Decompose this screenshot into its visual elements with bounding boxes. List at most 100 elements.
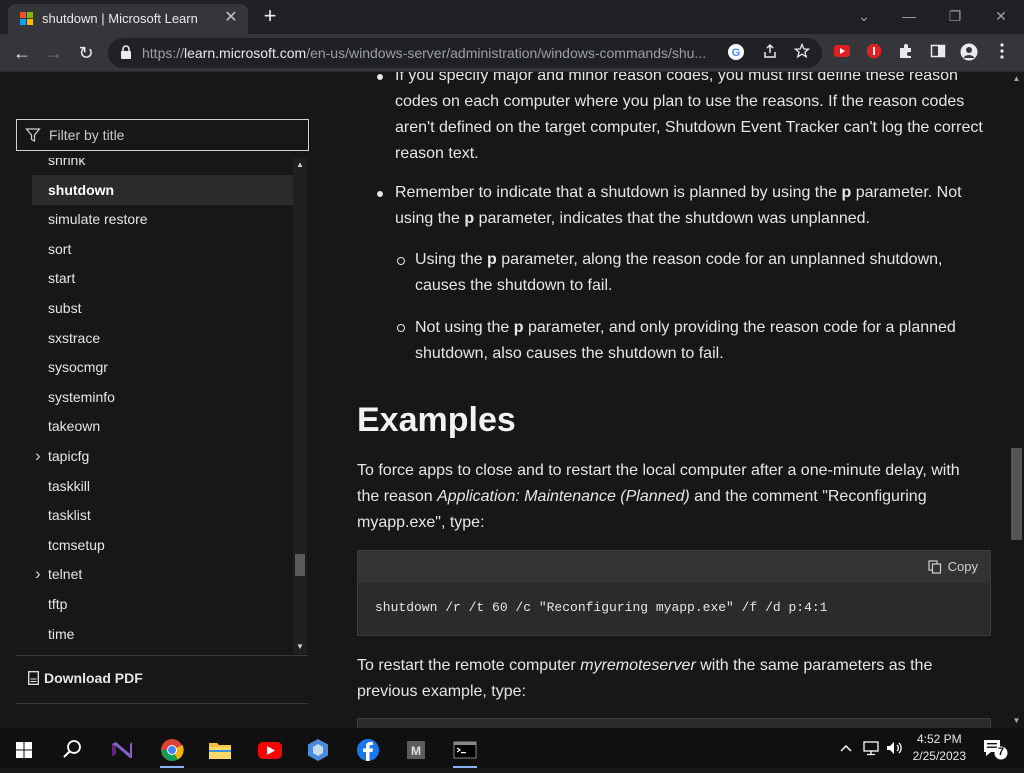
- visual-studio-icon[interactable]: [102, 732, 142, 768]
- page-scroll-thumb[interactable]: [1011, 448, 1022, 540]
- file-explorer-icon[interactable]: [200, 732, 240, 768]
- bullet-reason-codes: If you specify major and minor reason co…: [395, 72, 983, 162]
- toc-item-label: sysocmgr: [48, 359, 108, 376]
- code-block-header: Copy: [358, 551, 990, 583]
- network-icon[interactable]: [860, 738, 882, 758]
- chevron-up-icon[interactable]: [836, 738, 856, 758]
- restore-button[interactable]: ❐: [941, 4, 969, 28]
- toc-item-label: time: [48, 625, 75, 642]
- tab-search-icon[interactable]: ⌄: [850, 4, 878, 28]
- extensions-puzzle-icon[interactable]: [896, 43, 916, 63]
- notification-center-icon[interactable]: 7: [980, 736, 1010, 762]
- toc-item-start[interactable]: start: [32, 263, 293, 293]
- browser-title-bar: shutdown | Microsoft Learn ✕ + ⌄ — ❐ ✕: [0, 0, 1024, 34]
- adblock-extension-icon[interactable]: [864, 43, 884, 63]
- code-block: Copy shutdown /r /t 60 /c "Reconfiguring…: [357, 550, 991, 636]
- sub-bullet-circle: [397, 257, 405, 265]
- scroll-up-arrow-icon[interactable]: ▲: [293, 158, 307, 172]
- toc-item-systeminfo[interactable]: systeminfo: [32, 382, 293, 412]
- m-app-icon[interactable]: M: [396, 732, 436, 768]
- share-icon[interactable]: [760, 43, 780, 63]
- search-icon[interactable]: [52, 732, 92, 768]
- youtube-extension-icon[interactable]: [832, 43, 852, 63]
- url-text[interactable]: https://learn.microsoft.com/en-us/window…: [142, 45, 717, 61]
- toc-item-label: tcmsetup: [48, 536, 105, 553]
- toc-item-tapicfg[interactable]: › tapicfg: [32, 441, 293, 471]
- toc-item-label: systeminfo: [48, 388, 115, 405]
- notification-count: 7: [998, 746, 1005, 758]
- toc-item-label: taskkill: [48, 477, 91, 494]
- toc-item-tftp[interactable]: tftp: [32, 589, 293, 619]
- clock-date: 2/25/2023: [912, 749, 966, 763]
- toc-item-shrink[interactable]: shrink: [32, 158, 293, 175]
- address-bar[interactable]: https://learn.microsoft.com/en-us/window…: [108, 38, 822, 68]
- microsoft-logo-icon: [20, 12, 34, 26]
- chrome-icon[interactable]: [152, 732, 192, 768]
- close-window-button[interactable]: ✕: [987, 4, 1015, 28]
- youtube-app-icon[interactable]: [250, 732, 290, 768]
- toc-sidebar: Filter by title shrink shutdown simulate r…: [0, 72, 330, 728]
- copy-button[interactable]: Copy: [928, 557, 978, 577]
- chevron-right-icon[interactable]: ›: [35, 441, 41, 471]
- pdf-document-icon: [28, 671, 39, 685]
- toc-item-subst[interactable]: subst: [32, 293, 293, 323]
- side-panel-icon[interactable]: [928, 43, 948, 63]
- examples-heading: Examples: [357, 401, 516, 439]
- toc-item-label: simulate restore: [48, 211, 148, 228]
- terminal-icon[interactable]: [445, 732, 485, 768]
- sub-bullet-not-using-p: Not using the p parameter, and only prov…: [415, 319, 956, 362]
- toc-item-time[interactable]: time: [32, 619, 293, 649]
- toc-item-tcmsetup[interactable]: tcmsetup: [32, 530, 293, 560]
- page-scrollbar[interactable]: ▲ ▼: [1009, 72, 1024, 728]
- toc-item-sxstrace[interactable]: sxstrace: [32, 323, 293, 353]
- back-button[interactable]: ←: [10, 41, 34, 65]
- taskbar-clock[interactable]: 4:52 PM 2/25/2023: [913, 731, 966, 765]
- close-tab-icon[interactable]: ✕: [222, 9, 240, 27]
- toc-item-sysocmgr[interactable]: sysocmgr: [32, 352, 293, 382]
- toc-item-takeown[interactable]: takeown: [32, 411, 293, 441]
- toc-scrollbar[interactable]: ▲ ▼: [293, 158, 307, 654]
- toc-item-label: shutdown: [48, 181, 115, 198]
- filter-icon: [25, 128, 41, 142]
- filter-by-title-input[interactable]: Filter by title: [16, 119, 309, 151]
- browser-tab[interactable]: shutdown | Microsoft Learn ✕: [8, 4, 248, 34]
- bookmark-star-icon[interactable]: [792, 42, 812, 63]
- toc-item-taskkill[interactable]: taskkill: [32, 471, 293, 501]
- toc-item-sort[interactable]: sort: [32, 234, 293, 264]
- scroll-up-arrow-icon[interactable]: ▲: [1009, 72, 1024, 86]
- code-command: shutdown /r /t 60 /c "Reconfiguring myap…: [375, 600, 828, 615]
- windows-start-icon[interactable]: [4, 732, 44, 768]
- lock-icon[interactable]: [120, 45, 132, 59]
- google-icon[interactable]: G: [726, 43, 746, 63]
- toc-item-telnet[interactable]: › telnet: [32, 559, 293, 589]
- bullet-planned-shutdown: Remember to indicate that a shutdown is …: [395, 184, 962, 227]
- bullet-dot: [377, 191, 383, 197]
- toc-item-label: sort: [48, 240, 72, 257]
- toc-item-simulate-restore[interactable]: simulate restore: [32, 204, 293, 234]
- volume-icon[interactable]: [884, 738, 906, 758]
- browser-toolbar: ← → ↻ https://learn.microsoft.com/en-us/…: [0, 34, 1024, 72]
- filter-placeholder: Filter by title: [49, 127, 125, 143]
- menu-dots-icon[interactable]: [992, 43, 1012, 63]
- profile-icon[interactable]: [959, 43, 979, 63]
- new-tab-button[interactable]: +: [258, 5, 282, 29]
- scroll-down-arrow-icon[interactable]: ▼: [293, 640, 307, 654]
- toc-item-label: takeown: [48, 418, 101, 435]
- facebook-icon[interactable]: [348, 732, 388, 768]
- tab-title: shutdown | Microsoft Learn: [42, 11, 198, 26]
- article-content: If you specify major and minor reason co…: [357, 72, 997, 728]
- toc-item-shutdown[interactable]: shutdown: [32, 174, 293, 205]
- web-page: Filter by title shrink shutdown simulate r…: [0, 72, 1024, 728]
- reload-button[interactable]: ↻: [74, 41, 98, 65]
- sub-bullet-using-p: Using the p parameter, along the reason …: [415, 251, 943, 294]
- scroll-down-arrow-icon[interactable]: ▼: [1009, 714, 1024, 728]
- svg-text:M: M: [411, 744, 421, 758]
- chevron-right-icon[interactable]: ›: [35, 559, 41, 589]
- minimize-button[interactable]: —: [895, 4, 923, 28]
- app-hexagon-icon[interactable]: [298, 732, 338, 768]
- toc-scroll-thumb[interactable]: [295, 554, 305, 576]
- toc-item-label: sxstrace: [48, 329, 101, 346]
- forward-button[interactable]: →: [42, 41, 66, 65]
- toc-item-tasklist[interactable]: tasklist: [32, 500, 293, 530]
- divider: [16, 655, 308, 656]
